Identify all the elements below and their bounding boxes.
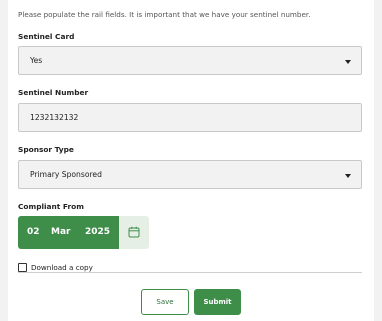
form-card: Please populate the rail fields. It is i…	[8, 0, 374, 321]
sentinel-number-value: 1232132132	[30, 113, 79, 122]
sponsor-type-label: Sponsor Type	[18, 145, 74, 154]
chevron-down-icon	[345, 174, 351, 178]
sentinel-card-select[interactable]: Yes	[18, 46, 362, 75]
sentinel-card-label: Sentinel Card	[18, 32, 75, 41]
compliant-from-label: Compliant From	[18, 202, 84, 211]
date-day[interactable]: 02	[27, 227, 40, 237]
sentinel-card-value: Yes	[30, 56, 43, 65]
divider	[18, 272, 362, 273]
date-year[interactable]: 2025	[85, 227, 110, 237]
download-copy-checkbox[interactable]	[18, 263, 27, 272]
sentinel-number-label: Sentinel Number	[18, 88, 89, 97]
save-button[interactable]: Save	[141, 289, 189, 315]
date-month[interactable]: Mar	[51, 227, 70, 237]
sponsor-type-select[interactable]: Primary Sponsored	[18, 160, 362, 189]
calendar-icon	[128, 226, 140, 238]
submit-button[interactable]: Submit	[194, 289, 241, 315]
compliant-from-date-picker: 02 Mar 2025	[18, 216, 149, 249]
form-instructions: Please populate the rail fields. It is i…	[18, 10, 311, 19]
chevron-down-icon	[345, 60, 351, 64]
calendar-button[interactable]	[119, 216, 149, 249]
sentinel-number-input[interactable]: 1232132132	[18, 103, 362, 132]
sponsor-type-value: Primary Sponsored	[30, 170, 102, 179]
download-copy-label[interactable]: Download a copy	[31, 263, 93, 272]
date-fields[interactable]: 02 Mar 2025	[18, 216, 119, 249]
